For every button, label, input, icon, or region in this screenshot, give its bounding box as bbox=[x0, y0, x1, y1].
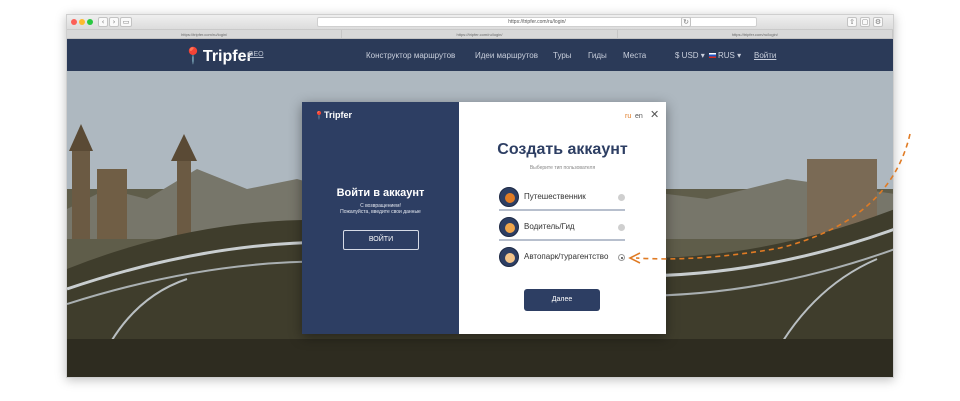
forward-icon[interactable]: › bbox=[109, 17, 119, 27]
user-type-agency[interactable]: Автопарк/турагентство bbox=[499, 243, 625, 271]
traveler-icon bbox=[499, 187, 519, 207]
tabs-icon[interactable]: ▢ bbox=[860, 17, 870, 27]
flag-icon bbox=[709, 51, 716, 60]
tab-bar: https://tripfer.com/ru/login/ https://tr… bbox=[67, 30, 893, 39]
nav-route-ideas[interactable]: Идеи маршрутов bbox=[475, 51, 538, 60]
language-selector[interactable]: RUS ▾ bbox=[718, 51, 741, 60]
nav-tours[interactable]: Туры bbox=[553, 51, 572, 60]
user-type-label: Водитель/Гид bbox=[524, 222, 575, 231]
agency-icon bbox=[499, 247, 519, 267]
site-logo[interactable]: 📍Tripfer bbox=[183, 46, 253, 66]
next-button[interactable]: Далее bbox=[524, 289, 600, 311]
minimize-window-button[interactable] bbox=[79, 19, 85, 25]
signup-subtitle: Выберите тип пользователя bbox=[529, 165, 596, 171]
lang-en[interactable]: en bbox=[635, 113, 643, 120]
modal-logo: 📍Tripfer bbox=[314, 110, 352, 120]
website: 📍Tripfer GEO Конструктор маршрутов Идеи … bbox=[67, 39, 893, 377]
user-type-label: Автопарк/турагентство bbox=[524, 252, 609, 261]
login-button[interactable]: ВОЙТИ bbox=[343, 230, 419, 250]
login-instructions: Пожалуйста, введите свои данные bbox=[340, 209, 421, 215]
browser-tab[interactable]: https://tripfer.com/ru/login/ bbox=[618, 30, 893, 38]
address-bar[interactable]: https://tripfer.com/ru/login/ bbox=[317, 17, 757, 27]
close-icon[interactable]: ✕ bbox=[650, 108, 659, 121]
map-pin-icon: 📍 bbox=[183, 46, 203, 65]
login-panel: 📍Tripfer Войти в аккаунт С возвращением!… bbox=[302, 102, 459, 334]
map-pin-icon: 📍 bbox=[314, 111, 324, 120]
auth-modal: 📍Tripfer Войти в аккаунт С возвращением!… bbox=[302, 102, 666, 334]
browser-tab[interactable]: https://tripfer.com/ru/login/ bbox=[342, 30, 618, 38]
login-link[interactable]: Войти bbox=[754, 51, 776, 60]
user-type-label: Путешественник bbox=[524, 192, 586, 201]
currency-selector[interactable]: $ USD ▾ bbox=[675, 51, 705, 60]
user-type-driver-guide[interactable]: Водитель/Гид bbox=[499, 213, 625, 241]
lang-ru[interactable]: ru bbox=[625, 113, 631, 120]
site-header: 📍Tripfer GEO Конструктор маршрутов Идеи … bbox=[67, 39, 893, 71]
signup-title: Создать аккаунт bbox=[497, 141, 628, 158]
back-icon[interactable]: ‹ bbox=[98, 17, 108, 27]
driver-guide-icon bbox=[499, 217, 519, 237]
close-window-button[interactable] bbox=[71, 19, 77, 25]
browser-titlebar: ‹ › ▭ https://tripfer.com/ru/login/ ↻ ⇧ … bbox=[67, 15, 893, 30]
reload-icon[interactable]: ↻ bbox=[681, 17, 691, 27]
login-title: Войти в аккаунт bbox=[336, 187, 425, 199]
maximize-window-button[interactable] bbox=[87, 19, 93, 25]
share-icon[interactable]: ⇧ bbox=[847, 17, 857, 27]
region-selector[interactable]: GEO bbox=[248, 51, 264, 58]
signup-panel: ru en ✕ Создать аккаунт Выберите тип пол… bbox=[459, 102, 666, 334]
user-type-traveler[interactable]: Путешественник bbox=[499, 183, 625, 211]
browser-window: ‹ › ▭ https://tripfer.com/ru/login/ ↻ ⇧ … bbox=[66, 14, 894, 378]
nav-guides[interactable]: Гиды bbox=[588, 51, 607, 60]
browser-tab[interactable]: https://tripfer.com/ru/login/ bbox=[67, 30, 343, 38]
radio-agency[interactable] bbox=[618, 254, 625, 261]
radio-driver-guide[interactable] bbox=[618, 224, 625, 231]
radio-traveler[interactable] bbox=[618, 194, 625, 201]
nav-route-builder[interactable]: Конструктор маршрутов bbox=[366, 51, 455, 60]
settings-icon[interactable]: ⚙ bbox=[873, 17, 883, 27]
sidebar-icon[interactable]: ▭ bbox=[120, 17, 132, 27]
nav-places[interactable]: Места bbox=[623, 51, 646, 60]
